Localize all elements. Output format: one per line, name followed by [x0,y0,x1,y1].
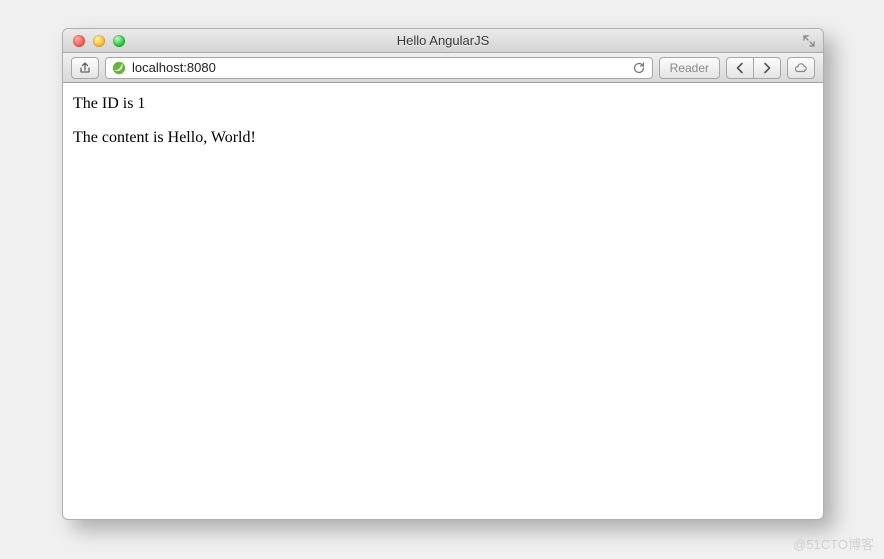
content-line: The content is Hello, World! [73,129,813,147]
reader-button[interactable]: Reader [659,57,720,79]
watermark: @51CTO博客 [793,534,874,553]
share-button[interactable] [71,57,99,79]
minimize-window-button[interactable] [93,35,105,47]
share-icon [78,61,92,75]
zoom-window-button[interactable] [113,35,125,47]
close-window-button[interactable] [73,35,85,47]
spring-favicon-icon [112,61,126,75]
reload-button[interactable] [632,61,646,75]
page-content: The ID is 1 The content is Hello, World! [63,83,823,519]
forward-button[interactable] [753,57,781,79]
address-bar[interactable]: localhost:8080 [105,57,653,79]
cloud-icon [794,61,808,75]
browser-window: Hello AngularJS localhost:8080 Reader [62,28,824,520]
chevron-right-icon [760,61,774,75]
id-line: The ID is 1 [73,95,813,113]
reader-label: Reader [670,61,709,75]
url-text: localhost:8080 [132,60,626,75]
chevron-left-icon [733,61,747,75]
nav-group [726,57,781,79]
fullscreen-icon[interactable] [803,35,815,47]
window-controls [63,35,125,47]
window-title: Hello AngularJS [63,33,823,48]
toolbar: localhost:8080 Reader [63,53,823,83]
icloud-tabs-button[interactable] [787,57,815,79]
back-button[interactable] [726,57,754,79]
titlebar: Hello AngularJS [63,29,823,53]
